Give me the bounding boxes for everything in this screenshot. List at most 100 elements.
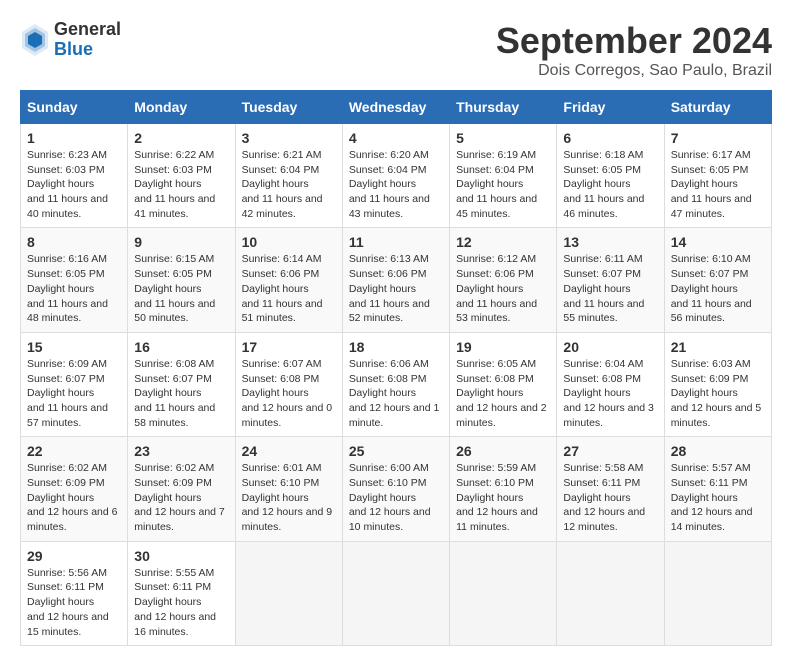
day-info: Sunrise: 5:55 AMSunset: 6:11 PMDaylight … xyxy=(134,566,228,639)
calendar-cell: 21 Sunrise: 6:03 AMSunset: 6:09 PMDayligh… xyxy=(664,332,771,436)
logo: General Blue xyxy=(20,20,121,60)
calendar-cell: 9 Sunrise: 6:15 AMSunset: 6:05 PMDaylight… xyxy=(128,228,235,332)
day-number: 24 xyxy=(242,443,336,459)
calendar-cell: 11Sunrise: 6:13 AMSunset: 6:06 PMDayligh… xyxy=(342,228,449,332)
day-info: Sunrise: 6:15 AMSunset: 6:05 PMDaylight … xyxy=(134,252,228,325)
calendar-cell: 3 Sunrise: 6:21 AMSunset: 6:04 PMDaylight… xyxy=(235,124,342,228)
calendar-cell: 4 Sunrise: 6:20 AMSunset: 6:04 PMDaylight… xyxy=(342,124,449,228)
calendar-header-monday: Monday xyxy=(128,91,235,124)
day-info: Sunrise: 6:11 AMSunset: 6:07 PMDaylight … xyxy=(563,252,657,325)
day-number: 12 xyxy=(456,234,550,250)
day-number: 16 xyxy=(134,339,228,355)
day-number: 14 xyxy=(671,234,765,250)
calendar-cell: 2 Sunrise: 6:22 AMSunset: 6:03 PMDaylight… xyxy=(128,124,235,228)
day-info: Sunrise: 6:23 AMSunset: 6:03 PMDaylight … xyxy=(27,148,121,221)
day-info: Sunrise: 6:09 AMSunset: 6:07 PMDaylight … xyxy=(27,357,121,430)
calendar-cell: 14 Sunrise: 6:10 AMSunset: 6:07 PMDayligh… xyxy=(664,228,771,332)
calendar-week-1: 1 Sunrise: 6:23 AMSunset: 6:03 PMDaylight… xyxy=(21,124,772,228)
calendar-week-2: 8Sunrise: 6:16 AMSunset: 6:05 PMDaylight… xyxy=(21,228,772,332)
month-title: September 2024 xyxy=(496,20,772,62)
day-info: Sunrise: 6:14 AMSunset: 6:06 PMDaylight … xyxy=(242,252,336,325)
calendar-cell xyxy=(664,541,771,645)
calendar-cell: 7 Sunrise: 6:17 AMSunset: 6:05 PMDaylight… xyxy=(664,124,771,228)
calendar-cell xyxy=(450,541,557,645)
day-info: Sunrise: 6:12 AMSunset: 6:06 PMDaylight … xyxy=(456,252,550,325)
day-number: 10 xyxy=(242,234,336,250)
day-info: Sunrise: 6:01 AMSunset: 6:10 PMDaylight … xyxy=(242,461,336,534)
day-number: 2 xyxy=(134,130,228,146)
day-info: Sunrise: 5:59 AMSunset: 6:10 PMDaylight … xyxy=(456,461,550,534)
day-info: Sunrise: 5:56 AMSunset: 6:11 PMDaylight … xyxy=(27,566,121,639)
day-number: 1 xyxy=(27,130,121,146)
day-info: Sunrise: 6:10 AMSunset: 6:07 PMDaylight … xyxy=(671,252,765,325)
calendar-cell: 12 Sunrise: 6:12 AMSunset: 6:06 PMDayligh… xyxy=(450,228,557,332)
day-number: 26 xyxy=(456,443,550,459)
calendar-header-wednesday: Wednesday xyxy=(342,91,449,124)
calendar-header-thursday: Thursday xyxy=(450,91,557,124)
calendar-week-4: 22 Sunrise: 6:02 AMSunset: 6:09 PMDayligh… xyxy=(21,437,772,541)
title-section: September 2024 Dois Corregos, Sao Paulo,… xyxy=(496,20,772,80)
day-info: Sunrise: 6:20 AMSunset: 6:04 PMDaylight … xyxy=(349,148,443,221)
day-number: 30 xyxy=(134,548,228,564)
day-info: Sunrise: 6:02 AMSunset: 6:09 PMDaylight … xyxy=(27,461,121,534)
logo-icon xyxy=(20,22,50,58)
day-info: Sunrise: 5:57 AMSunset: 6:11 PMDaylight … xyxy=(671,461,765,534)
day-info: Sunrise: 6:08 AMSunset: 6:07 PMDaylight … xyxy=(134,357,228,430)
calendar-cell: 15 Sunrise: 6:09 AMSunset: 6:07 PMDayligh… xyxy=(21,332,128,436)
calendar-week-5: 29 Sunrise: 5:56 AMSunset: 6:11 PMDayligh… xyxy=(21,541,772,645)
day-number: 9 xyxy=(134,234,228,250)
day-number: 13 xyxy=(563,234,657,250)
day-number: 20 xyxy=(563,339,657,355)
calendar-cell: 24 Sunrise: 6:01 AMSunset: 6:10 PMDayligh… xyxy=(235,437,342,541)
day-number: 22 xyxy=(27,443,121,459)
day-number: 7 xyxy=(671,130,765,146)
logo-general: General xyxy=(54,20,121,40)
logo-text: General Blue xyxy=(54,20,121,60)
day-number: 23 xyxy=(134,443,228,459)
day-info: Sunrise: 6:22 AMSunset: 6:03 PMDaylight … xyxy=(134,148,228,221)
calendar-cell: 10 Sunrise: 6:14 AMSunset: 6:06 PMDayligh… xyxy=(235,228,342,332)
day-number: 4 xyxy=(349,130,443,146)
calendar-cell: 5Sunrise: 6:19 AMSunset: 6:04 PMDaylight… xyxy=(450,124,557,228)
calendar-table: SundayMondayTuesdayWednesdayThursdayFrid… xyxy=(20,90,772,646)
logo-blue: Blue xyxy=(54,40,121,60)
day-info: Sunrise: 6:04 AMSunset: 6:08 PMDaylight … xyxy=(563,357,657,430)
location: Dois Corregos, Sao Paulo, Brazil xyxy=(496,62,772,80)
calendar-cell: 25Sunrise: 6:00 AMSunset: 6:10 PMDayligh… xyxy=(342,437,449,541)
calendar-cell: 23Sunrise: 6:02 AMSunset: 6:09 PMDayligh… xyxy=(128,437,235,541)
page-header: General Blue September 2024 Dois Corrego… xyxy=(20,20,772,80)
calendar-cell xyxy=(557,541,664,645)
day-number: 3 xyxy=(242,130,336,146)
day-number: 28 xyxy=(671,443,765,459)
calendar-cell: 1 Sunrise: 6:23 AMSunset: 6:03 PMDaylight… xyxy=(21,124,128,228)
day-number: 27 xyxy=(563,443,657,459)
calendar-cell: 29 Sunrise: 5:56 AMSunset: 6:11 PMDayligh… xyxy=(21,541,128,645)
calendar-cell: 17Sunrise: 6:07 AMSunset: 6:08 PMDayligh… xyxy=(235,332,342,436)
day-info: Sunrise: 6:21 AMSunset: 6:04 PMDaylight … xyxy=(242,148,336,221)
day-info: Sunrise: 6:16 AMSunset: 6:05 PMDaylight … xyxy=(27,252,121,325)
calendar-cell: 16 Sunrise: 6:08 AMSunset: 6:07 PMDayligh… xyxy=(128,332,235,436)
day-number: 6 xyxy=(563,130,657,146)
day-info: Sunrise: 6:03 AMSunset: 6:09 PMDaylight … xyxy=(671,357,765,430)
calendar-cell: 19Sunrise: 6:05 AMSunset: 6:08 PMDayligh… xyxy=(450,332,557,436)
calendar-header-saturday: Saturday xyxy=(664,91,771,124)
calendar-cell: 13 Sunrise: 6:11 AMSunset: 6:07 PMDayligh… xyxy=(557,228,664,332)
day-info: Sunrise: 6:13 AMSunset: 6:06 PMDaylight … xyxy=(349,252,443,325)
day-number: 17 xyxy=(242,339,336,355)
calendar-cell: 30 Sunrise: 5:55 AMSunset: 6:11 PMDayligh… xyxy=(128,541,235,645)
day-number: 15 xyxy=(27,339,121,355)
calendar-cell xyxy=(235,541,342,645)
calendar-cell: 27Sunrise: 5:58 AMSunset: 6:11 PMDayligh… xyxy=(557,437,664,541)
calendar-cell xyxy=(342,541,449,645)
day-info: Sunrise: 6:18 AMSunset: 6:05 PMDaylight … xyxy=(563,148,657,221)
calendar-cell: 18Sunrise: 6:06 AMSunset: 6:08 PMDayligh… xyxy=(342,332,449,436)
calendar-cell: 22 Sunrise: 6:02 AMSunset: 6:09 PMDayligh… xyxy=(21,437,128,541)
calendar-cell: 20 Sunrise: 6:04 AMSunset: 6:08 PMDayligh… xyxy=(557,332,664,436)
calendar-cell: 26 Sunrise: 5:59 AMSunset: 6:10 PMDayligh… xyxy=(450,437,557,541)
day-info: Sunrise: 6:17 AMSunset: 6:05 PMDaylight … xyxy=(671,148,765,221)
calendar-header-friday: Friday xyxy=(557,91,664,124)
day-number: 18 xyxy=(349,339,443,355)
day-number: 21 xyxy=(671,339,765,355)
day-number: 5 xyxy=(456,130,550,146)
day-number: 29 xyxy=(27,548,121,564)
